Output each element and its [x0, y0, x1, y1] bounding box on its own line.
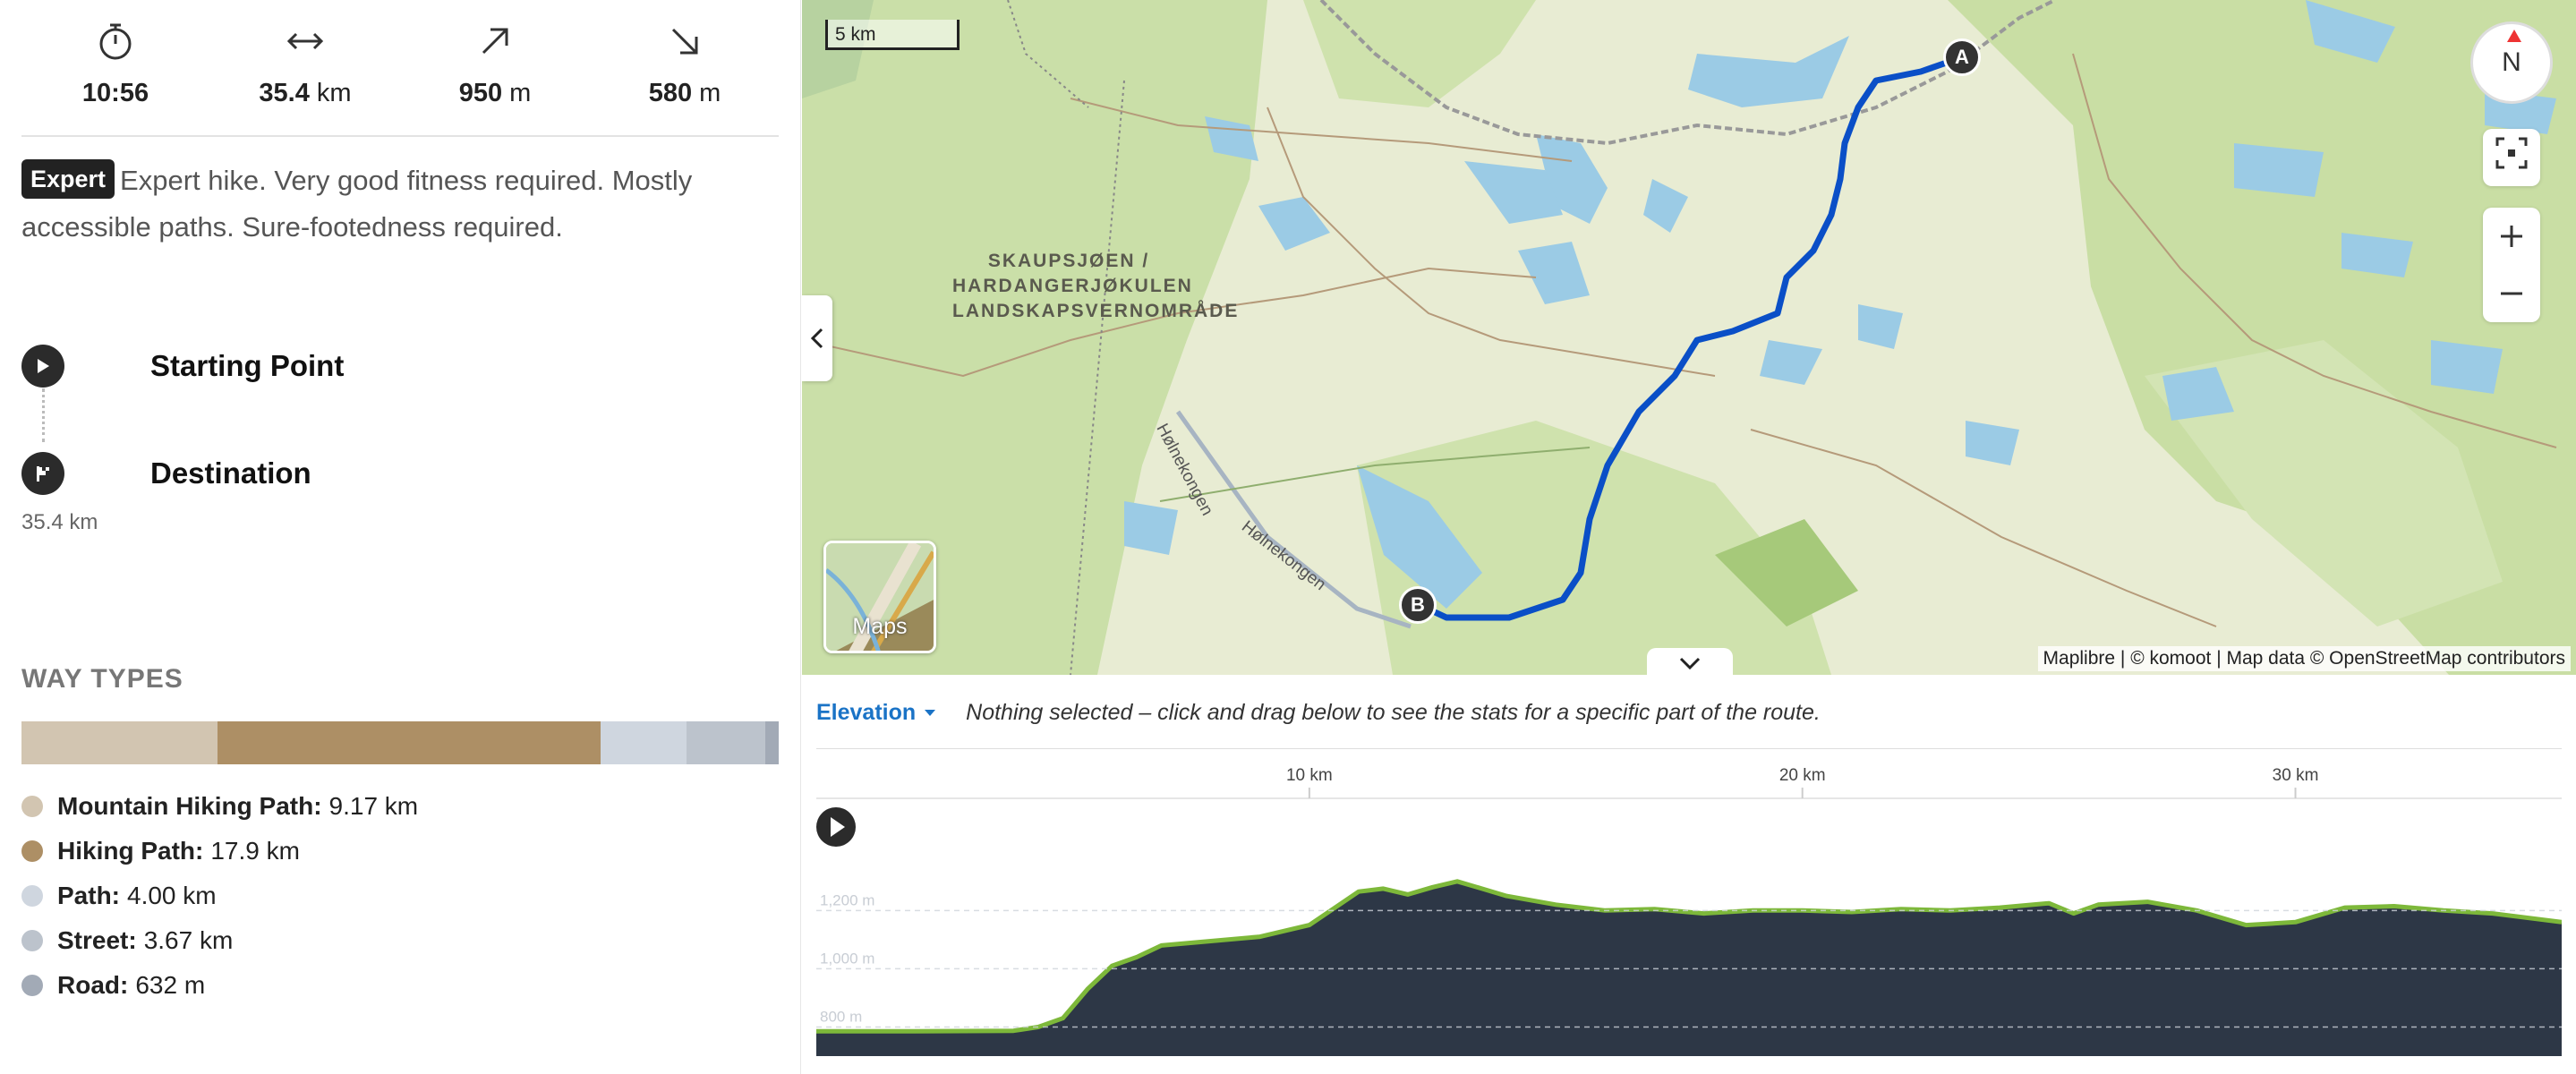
map-scale: 5 km	[825, 20, 960, 50]
tour-details-panel: 10:56 35.4 km 950 m 580 m Expert Expert …	[0, 0, 801, 1074]
difficulty-badge: Expert	[21, 159, 115, 199]
chevron-left-icon	[810, 328, 823, 349]
caret-down-icon	[925, 710, 936, 716]
area-label: SKAUPSJØEN / HARDANGERJØKULEN LANDSKAPSV…	[952, 251, 1240, 321]
elevation-panel: Elevation Nothing selected – click and d…	[802, 675, 2576, 1074]
way-type-name: Mountain Hiking Path:	[57, 792, 322, 820]
elevation-message: Nothing selected – click and drag below …	[966, 700, 1821, 725]
way-type-name: Path:	[57, 882, 120, 909]
flag-icon	[21, 452, 64, 495]
elevation-area	[816, 881, 2562, 1056]
way-type-color-dot	[21, 975, 43, 996]
way-type-segment[interactable]	[687, 721, 765, 764]
tour-stats: 10:56 35.4 km 950 m 580 m	[21, 16, 779, 137]
way-type-color-dot	[21, 885, 43, 907]
starting-point-label: Starting Point	[150, 349, 345, 382]
way-type-segment[interactable]	[218, 721, 601, 764]
way-type-item[interactable]: Street: 3.67 km	[21, 918, 418, 963]
elevation-header: Elevation Nothing selected – click and d…	[816, 700, 1821, 726]
way-type-item[interactable]: Mountain Hiking Path: 9.17 km	[21, 784, 418, 829]
map-attribution[interactable]: Maplibre | © komoot | Map data © OpenStr…	[2037, 646, 2571, 671]
way-type-value: 4.00 km	[127, 882, 217, 909]
duration-stat: 10:56	[21, 16, 209, 135]
x-tick-label: 30 km	[2273, 766, 2319, 785]
starting-point-row[interactable]: Starting Point	[21, 345, 344, 388]
elevation-chart[interactable]: 10 km 20 km 30 km 1,200 m 1,000 m 800 m	[802, 748, 2562, 1074]
distance-stat: 35.4 km	[211, 16, 399, 135]
difficulty-text: Expert hike. Very good fitness required.…	[21, 165, 693, 243]
way-type-segment[interactable]	[764, 721, 779, 764]
focus-frame-icon	[2494, 135, 2529, 180]
map-terrain	[802, 0, 2576, 675]
map-layers-label: Maps	[852, 614, 908, 639]
arrow-up-right-icon	[480, 16, 510, 66]
way-type-value: 9.17 km	[328, 792, 419, 820]
app-root: 10:56 35.4 km 950 m 580 m Expert Expert …	[0, 0, 2576, 1074]
x-tick-label: 10 km	[1286, 766, 1333, 785]
y-tick-label: 1,200 m	[820, 891, 874, 908]
destination-row[interactable]: Destination	[21, 452, 311, 495]
way-types-title: WAY TYPES	[21, 664, 183, 694]
y-tick-label: 800 m	[820, 1008, 862, 1025]
distance-value: 35.4 km	[259, 79, 352, 107]
way-type-item[interactable]: Hiking Path: 17.9 km	[21, 829, 418, 874]
way-type-item[interactable]: Path: 4.00 km	[21, 874, 418, 918]
y-tick-label: 1,000 m	[820, 950, 874, 967]
zoom-out-button[interactable]	[2483, 265, 2540, 322]
downhill-stat: 580 m	[591, 16, 779, 135]
compass-label: N	[2502, 47, 2521, 77]
way-type-name: Road:	[57, 971, 129, 999]
way-type-value: 17.9 km	[210, 837, 300, 865]
play-icon	[21, 345, 64, 388]
arrow-down-right-icon	[670, 16, 700, 66]
horizontal-arrows-icon	[286, 16, 325, 66]
way-types-list: Mountain Hiking Path: 9.17 km Hiking Path:…	[21, 784, 418, 1008]
difficulty-description: Expert Expert hike. Very good fitness req…	[21, 158, 779, 251]
way-type-segment[interactable]	[21, 721, 218, 764]
compass-button[interactable]: N	[2470, 21, 2553, 104]
way-type-value: 3.67 km	[143, 926, 234, 954]
way-type-color-dot	[21, 796, 43, 817]
route-map[interactable]: 5 km SKAUPSJØEN / HARDANGERJØKULEN LANDS…	[802, 0, 2576, 675]
uphill-stat: 950 m	[401, 16, 589, 135]
way-types-bar	[21, 721, 779, 764]
stopwatch-icon	[98, 16, 133, 66]
end-marker[interactable]: B	[1399, 586, 1437, 624]
way-type-item[interactable]: Road: 632 m	[21, 963, 418, 1008]
zoom-controls	[2483, 208, 2540, 322]
elevation-dropdown[interactable]: Elevation	[816, 700, 936, 726]
destination-distance: 35.4 km	[21, 510, 98, 534]
chevron-down-icon	[1679, 657, 1701, 670]
recenter-button[interactable]	[2483, 129, 2540, 186]
way-type-color-dot	[21, 930, 43, 951]
plus-icon	[2501, 226, 2522, 247]
waypoint-connector	[42, 388, 45, 442]
way-type-segment[interactable]	[601, 721, 687, 764]
way-type-name: Street:	[57, 926, 137, 954]
zoom-in-button[interactable]	[2483, 208, 2540, 265]
start-marker[interactable]: A	[1943, 38, 1981, 76]
minus-icon	[2501, 292, 2522, 295]
compass-needle-icon	[2507, 30, 2521, 42]
duration-value: 10:56	[81, 79, 149, 107]
expand-elevation-button[interactable]	[1647, 648, 1733, 675]
x-tick-label: 20 km	[1779, 766, 1826, 785]
destination-label: Destination	[150, 456, 311, 490]
way-type-name: Hiking Path:	[57, 837, 204, 865]
map-layers-button[interactable]: Maps	[823, 541, 936, 653]
collapse-panel-button[interactable]	[802, 295, 832, 381]
uphill-value: 950 m	[458, 79, 532, 107]
downhill-value: 580 m	[648, 79, 721, 107]
way-type-value: 632 m	[135, 971, 206, 999]
way-type-color-dot	[21, 840, 43, 862]
